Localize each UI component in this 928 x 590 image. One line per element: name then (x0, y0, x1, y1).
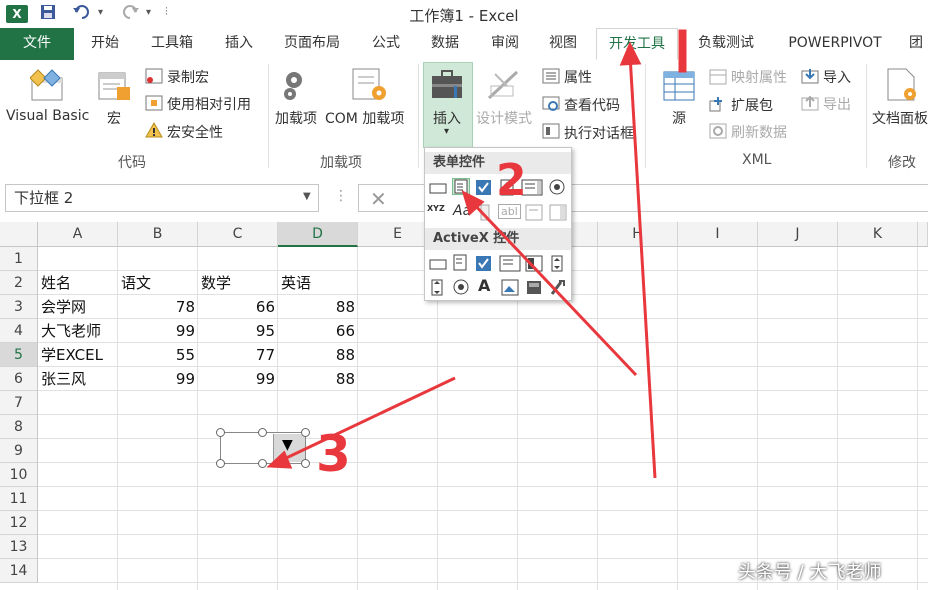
annotation-arrow-1 (628, 54, 657, 479)
annotation-number-2: 2 (496, 155, 527, 206)
annotation-arrow-3 (281, 376, 456, 462)
annotation-overlay (266, 29, 687, 479)
arrowhead (266, 450, 293, 469)
watermark: 头条号 / 大飞老师 (738, 562, 882, 583)
annotation-arrow-2 (468, 198, 638, 377)
annotation-number-3: 3 (316, 425, 351, 483)
arrowhead (619, 41, 642, 66)
